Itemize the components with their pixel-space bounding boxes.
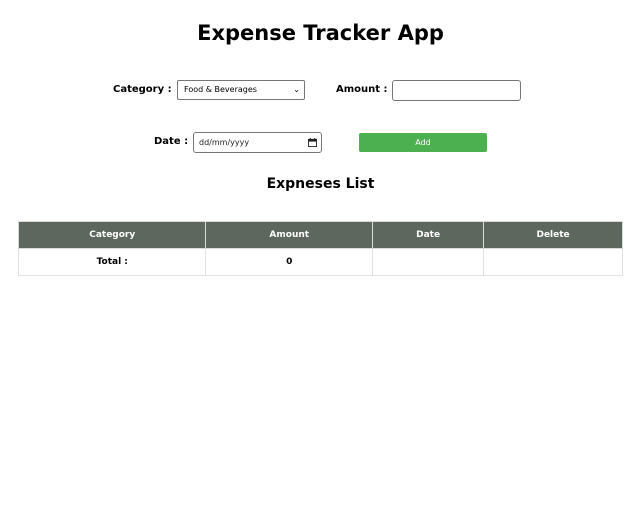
column-header-delete: Delete [483, 221, 623, 249]
table-header-row: Category Amount Date Delete [17, 221, 623, 249]
total-date-cell [372, 248, 485, 276]
column-header-date: Date [372, 221, 485, 249]
category-select[interactable]: Food & Beverages ⌄ [177, 80, 305, 100]
calendar-icon[interactable] [308, 138, 317, 147]
amount-input[interactable] [392, 80, 521, 101]
date-placeholder: dd/mm/yyyy [199, 138, 250, 147]
total-amount: 0 [205, 248, 374, 276]
total-label: Total : [17, 248, 207, 276]
column-header-amount: Amount [205, 221, 374, 249]
app-title: Expense Tracker App [197, 21, 444, 45]
category-label: Category : [113, 84, 172, 95]
chevron-down-icon: ⌄ [293, 85, 300, 94]
total-delete-cell [483, 248, 623, 276]
date-input[interactable]: dd/mm/yyyy [193, 132, 322, 153]
date-label: Date : [154, 136, 189, 147]
add-button[interactable]: Add [359, 133, 487, 152]
expenses-table: Category Amount Date Delete Total : 0 [17, 221, 623, 276]
expenses-list-title: Expneses List [266, 176, 375, 192]
total-row: Total : 0 [17, 248, 623, 276]
column-header-category: Category [17, 221, 207, 249]
amount-label: Amount : [336, 84, 388, 95]
category-selected-value: Food & Beverages [184, 85, 257, 94]
